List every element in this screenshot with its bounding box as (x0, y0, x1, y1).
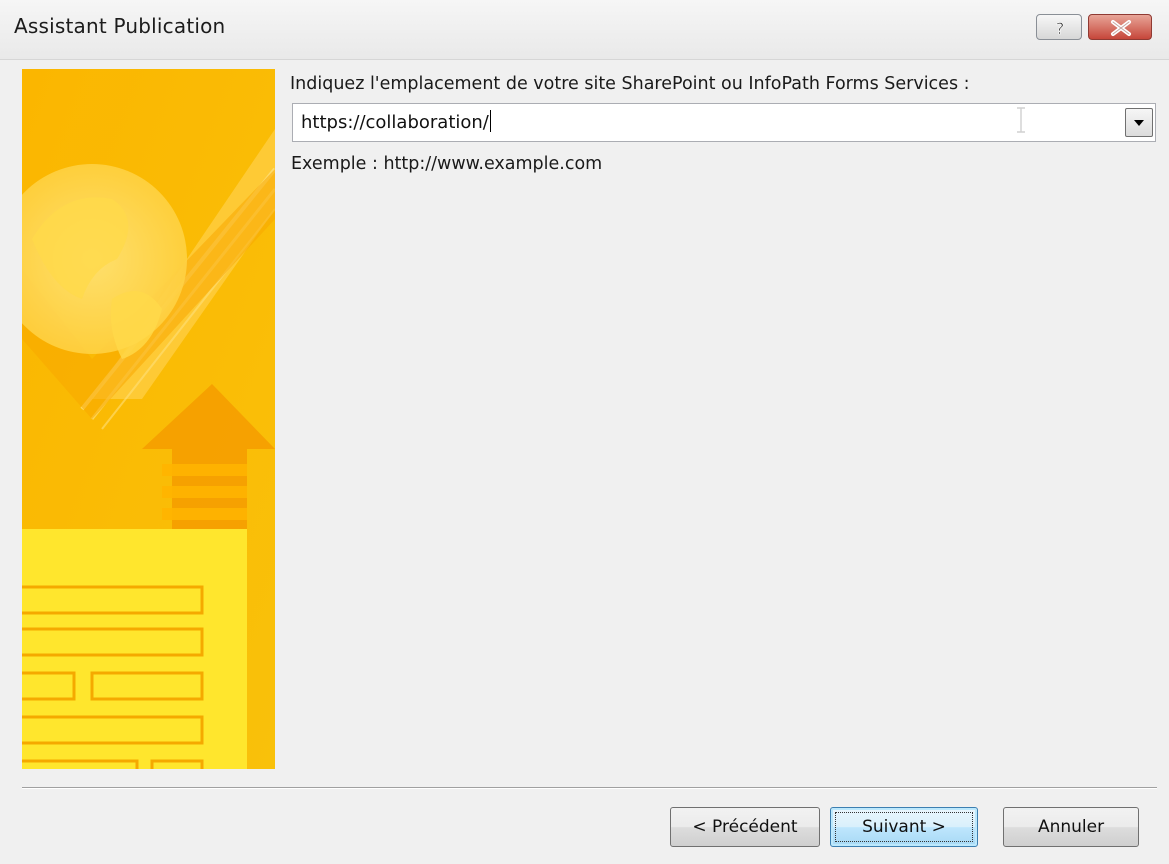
close-button[interactable] (1088, 14, 1152, 40)
wizard-banner-image (22, 69, 275, 769)
ibeam-cursor-icon (1017, 107, 1025, 133)
location-input[interactable]: https://collaboration/ (301, 110, 491, 133)
next-button-label: Suivant > (862, 817, 946, 837)
location-input-value: https://collaboration/ (301, 112, 489, 133)
svg-text:?: ? (1056, 19, 1065, 38)
title-bar: Assistant Publication ? (0, 0, 1169, 60)
cancel-button-label: Annuler (1037, 817, 1105, 837)
previous-button[interactable]: < Précédent (670, 807, 820, 847)
help-icon: ? (1055, 19, 1065, 39)
footer-separator (22, 787, 1157, 789)
previous-button-label: < Précédent (692, 817, 798, 837)
help-button[interactable]: ? (1036, 14, 1082, 40)
close-icon (1111, 20, 1131, 36)
location-label: Indiquez l'emplacement de votre site Sha… (290, 74, 970, 94)
chevron-down-icon (1134, 120, 1144, 126)
text-caret (489, 110, 491, 132)
cancel-button[interactable]: Annuler (1003, 807, 1139, 847)
dropdown-button[interactable] (1125, 108, 1153, 137)
example-hint: Exemple : http://www.example.com (291, 154, 603, 174)
location-combobox[interactable]: https://collaboration/ (292, 103, 1156, 142)
next-button[interactable]: Suivant > (830, 807, 978, 847)
window-title: Assistant Publication (14, 14, 226, 38)
